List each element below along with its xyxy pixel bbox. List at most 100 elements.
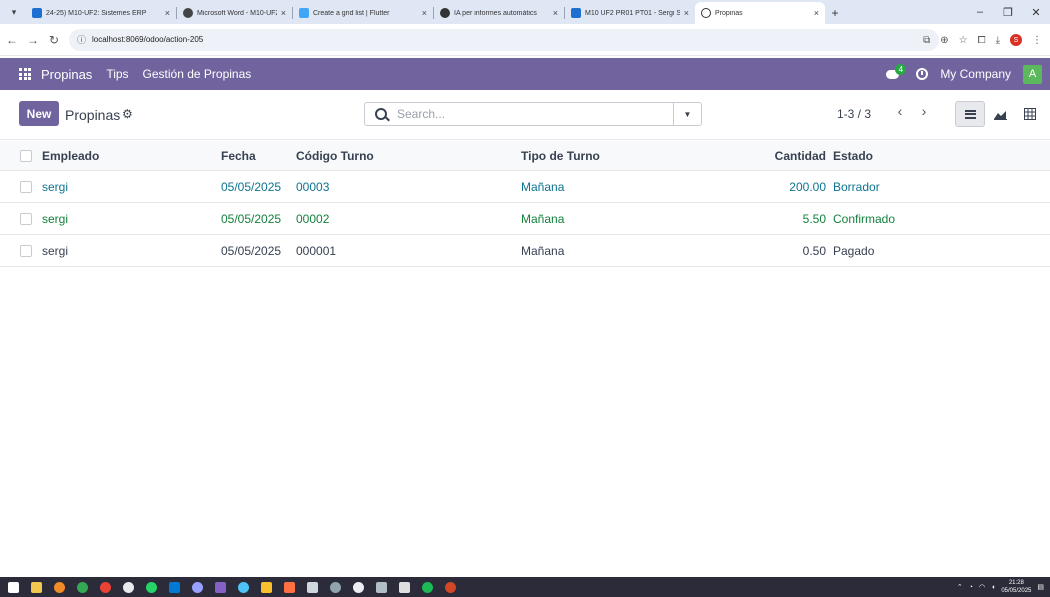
spotify-icon[interactable] xyxy=(422,581,433,593)
browser-tab[interactable]: 24-25) M10-UF2: Sistemes ERP × xyxy=(26,2,176,24)
forward-icon[interactable]: → xyxy=(24,33,42,47)
cell-fecha: 05/05/2025 xyxy=(221,243,282,258)
table-row[interactable]: sergi 05/05/2025 00002 Mañana 5.50 Confi… xyxy=(0,203,1050,235)
odoo-navbar: Propinas Tips Gestión de Propinas 4 My C… xyxy=(0,58,1050,90)
reload-icon[interactable]: ↻ xyxy=(45,33,63,47)
search-icon xyxy=(375,108,387,120)
tab-close-icon[interactable]: × xyxy=(553,8,558,18)
browser-tab[interactable]: M10 UF2 PR01 PT01 - Sergi Sa × xyxy=(565,2,695,24)
browser-icon[interactable] xyxy=(54,581,65,593)
new-tab-icon[interactable]: + xyxy=(825,3,845,23)
table-row[interactable]: sergi 05/05/2025 000001 Mañana 0.50 Paga… xyxy=(0,235,1050,267)
restore-icon[interactable]: ❐ xyxy=(994,0,1022,24)
messaging-button[interactable]: 4 xyxy=(886,64,907,81)
settings-app-icon[interactable] xyxy=(330,581,341,593)
new-button[interactable]: New xyxy=(19,101,59,126)
graph-view-button[interactable] xyxy=(985,101,1015,127)
pivot-view-icon xyxy=(1024,108,1036,120)
tab-close-icon[interactable]: × xyxy=(165,8,170,18)
search-options-caret-icon[interactable]: ▼ xyxy=(673,103,701,125)
browser-toolbar-icons: ⧉ ⊕ ☆ ⧠ ⤓ S ⋮ xyxy=(923,24,1042,56)
tab-close-icon[interactable]: × xyxy=(814,8,819,18)
chrome-profile-icon[interactable] xyxy=(100,581,111,593)
chrome-icon[interactable] xyxy=(77,581,88,593)
search-input[interactable]: Search... xyxy=(397,107,445,121)
download-icon[interactable]: ⤓ xyxy=(996,35,1000,46)
column-header-estado[interactable]: Estado xyxy=(833,141,873,170)
pivot-view-button[interactable] xyxy=(1015,101,1045,127)
menu-item-gestion-propinas[interactable]: Gestión de Propinas xyxy=(143,67,252,81)
user-avatar[interactable]: A xyxy=(1023,64,1042,84)
flutter-favicon-icon xyxy=(299,8,309,18)
gear-icon[interactable]: ⚙ xyxy=(122,107,133,121)
pager-value[interactable]: 1-3 / 3 xyxy=(837,107,871,121)
apps-menu-icon[interactable] xyxy=(19,68,31,80)
tray-chevron-icon[interactable]: ⌃ xyxy=(957,583,963,591)
gear-app-icon[interactable] xyxy=(353,581,364,593)
list-view-button[interactable] xyxy=(955,101,985,127)
tab-close-icon[interactable]: × xyxy=(422,8,427,18)
search-bar[interactable]: Search... ▼ xyxy=(364,102,702,126)
profile-avatar-icon[interactable]: S xyxy=(1010,34,1022,46)
zoom-icon[interactable]: ⊕ xyxy=(940,35,948,46)
install-app-icon[interactable]: ⧉ xyxy=(923,35,930,46)
close-window-icon[interactable]: ✕ xyxy=(1022,0,1050,24)
window-controls: – ❐ ✕ xyxy=(966,0,1050,24)
github-icon[interactable] xyxy=(123,581,134,593)
app-brand[interactable]: Propinas xyxy=(41,67,92,82)
minimize-icon[interactable]: – xyxy=(966,0,994,24)
pager-next-icon[interactable]: › xyxy=(914,103,934,119)
list-table: Empleado Fecha Código Turno Tipo de Turn… xyxy=(0,141,1050,267)
pager-previous-icon[interactable]: ‹ xyxy=(890,103,910,119)
row-checkbox[interactable] xyxy=(20,244,32,257)
volume-icon[interactable]: ◖ xyxy=(991,584,995,591)
docker-icon[interactable] xyxy=(238,581,249,593)
notes-icon[interactable] xyxy=(399,581,410,593)
file-explorer-icon[interactable] xyxy=(31,581,42,593)
xampp-icon[interactable] xyxy=(284,581,295,593)
select-all-checkbox[interactable] xyxy=(20,149,32,162)
windows-start-icon[interactable] xyxy=(8,581,19,593)
browser-tab-strip: ▾ 24-25) M10-UF2: Sistemes ERP × Microso… xyxy=(0,0,1050,24)
row-checkbox[interactable] xyxy=(20,180,32,193)
powerpoint-icon[interactable] xyxy=(445,581,456,593)
browser-tab-active[interactable]: Propinas × xyxy=(695,2,825,24)
column-header-cantidad[interactable]: Cantidad xyxy=(775,141,826,170)
breadcrumb: Propinas xyxy=(65,107,121,123)
tab-close-icon[interactable]: × xyxy=(684,8,689,18)
menu-item-tips[interactable]: Tips xyxy=(106,67,128,81)
column-header-codigo[interactable]: Código Turno xyxy=(296,141,374,170)
terminal-icon[interactable] xyxy=(376,581,387,593)
list-view-icon xyxy=(964,109,976,119)
tab-search-chevron-icon[interactable]: ▾ xyxy=(4,2,24,22)
tab-favicon-icon xyxy=(183,8,193,18)
row-checkbox[interactable] xyxy=(20,212,32,225)
notifications-icon[interactable]: ▤ xyxy=(1037,583,1044,591)
network-icon[interactable]: ◔ xyxy=(969,584,973,591)
browser-tab[interactable]: Microsoft Word - M10-UF2-Mc × xyxy=(177,2,292,24)
column-header-fecha[interactable]: Fecha xyxy=(221,141,256,170)
site-info-icon[interactable]: ⓘ xyxy=(77,33,86,46)
vscode-icon[interactable] xyxy=(169,581,180,593)
app-icon[interactable] xyxy=(307,581,318,593)
company-switcher[interactable]: My Company xyxy=(940,67,1011,81)
extensions-icon[interactable]: ⧠ xyxy=(978,35,986,46)
intellij-icon[interactable] xyxy=(261,581,272,593)
visual-studio-icon[interactable] xyxy=(215,581,226,593)
table-row[interactable]: sergi 05/05/2025 00003 Mañana 200.00 Bor… xyxy=(0,171,1050,203)
navbar-systray: 4 My Company A xyxy=(886,58,1042,90)
url-field[interactable]: ⓘ localhost:8069/odoo/action-205 xyxy=(69,28,939,51)
taskbar-clock[interactable]: 21:28 05/05/2025 xyxy=(1001,579,1031,595)
column-header-empleado[interactable]: Empleado xyxy=(42,141,99,170)
activity-clock-icon[interactable] xyxy=(916,68,929,80)
tab-close-icon[interactable]: × xyxy=(281,8,286,18)
browser-tab[interactable]: IA per informes automàtics × xyxy=(434,2,564,24)
browser-tab[interactable]: Create a grid list | Flutter × xyxy=(293,2,433,24)
back-icon[interactable]: ← xyxy=(3,33,21,47)
whatsapp-icon[interactable] xyxy=(146,581,157,593)
opera-icon[interactable] xyxy=(192,581,203,593)
bookmark-star-icon[interactable]: ☆ xyxy=(959,35,968,46)
wifi-icon[interactable]: ◠ xyxy=(979,583,985,591)
browser-menu-icon[interactable]: ⋮ xyxy=(1032,35,1042,46)
column-header-tipo[interactable]: Tipo de Turno xyxy=(521,141,600,170)
